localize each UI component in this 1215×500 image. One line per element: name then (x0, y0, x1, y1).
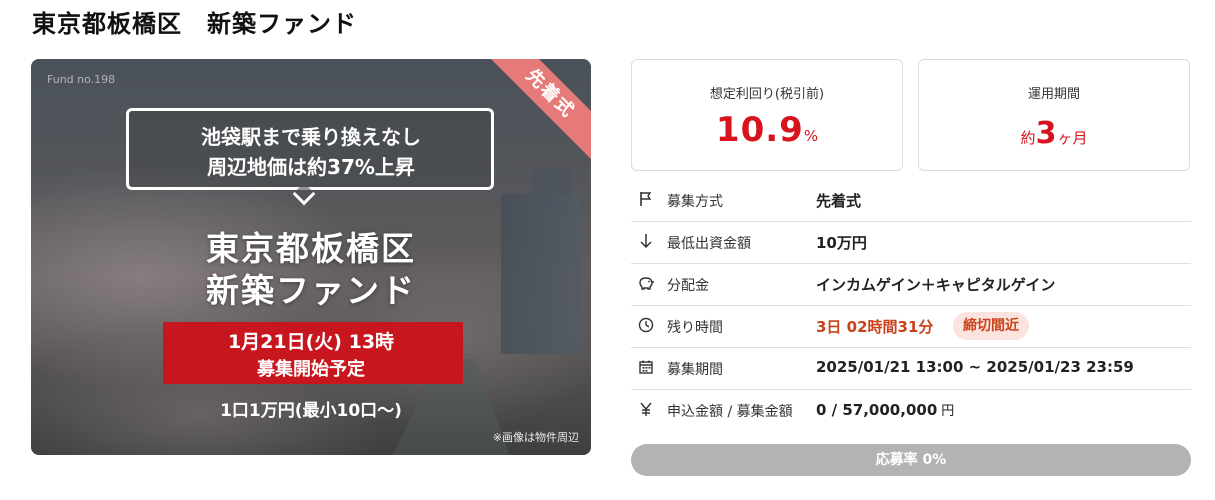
info-label: 残り時間 (667, 320, 723, 336)
period-prefix: 約 (1020, 129, 1036, 147)
clock-icon (637, 317, 655, 335)
period-unit: ヶ月 (1057, 129, 1088, 147)
info-row-period: 募集期間 2025/01/21 13:00 ~ 2025/01/23 23:59 (631, 348, 1191, 390)
info-label: 分配金 (667, 278, 709, 294)
info-value: 2025/01/21 13:00 ~ 2025/01/23 23:59 (816, 358, 1134, 376)
yield-label: 想定利回り(税引前) (709, 87, 825, 102)
period-label: 運用期間 (1027, 87, 1080, 102)
period-card: 運用期間 約3ヶ月 (918, 59, 1190, 171)
fund-hero-image[interactable]: Fund no.198 先着式 池袋駅まで乗り換えなし 周辺地価は約37%上昇 … (31, 59, 591, 455)
period-value: 3 (1035, 116, 1058, 151)
amount-value-wrap: 0 / 57,000,000 円 (816, 400, 954, 419)
info-value: インカムゲイン＋キャピタルゲイン (816, 276, 1056, 294)
info-label: 募集期間 (667, 362, 723, 378)
yield-unit: % (803, 127, 819, 145)
bubble-text-line1: 池袋駅まで乗り換えなし (201, 125, 421, 149)
yield-value-wrap: 10.9% (632, 110, 902, 150)
arrow-down-icon (637, 233, 655, 251)
info-value: 先着式 (816, 192, 862, 210)
fund-info-table: 募集方式 先着式 最低出資金額 10万円 分配金 インカムゲイン＋キャピタルゲイ… (631, 180, 1191, 432)
deadline-badge: 締切間近 (953, 312, 1029, 340)
bubble-text-line2: 周辺地価は約37%上昇 (207, 155, 415, 179)
fund-number: Fund no.198 (47, 73, 116, 86)
yield-card: 想定利回り(税引前) 10.9% (631, 59, 903, 171)
page-title: 東京都板橋区 新築ファンド (32, 10, 357, 38)
hero-title-line1: 東京都板橋区 (206, 229, 416, 268)
info-label: 最低出資金額 (667, 236, 751, 252)
info-row-method: 募集方式 先着式 (631, 180, 1191, 222)
remaining-time-value: 3日 02時間31分 (816, 318, 934, 336)
amount-value: 0 / 57,000,000 (816, 401, 938, 419)
hero-title-line2: 新築ファンド (206, 271, 416, 310)
info-row-minimum: 最低出資金額 10万円 (631, 222, 1191, 264)
amount-unit: 円 (941, 404, 955, 419)
flag-icon (637, 191, 655, 209)
application-progress-bar: 応募率 0% (631, 444, 1191, 476)
info-value: 10万円 (816, 234, 867, 252)
piggy-bank-icon (637, 275, 655, 293)
start-date-text: 1月21日(火) 13時 (227, 331, 395, 353)
info-row-amount: 申込金額 / 募集金額 0 / 57,000,000 円 (631, 390, 1191, 432)
image-note: ※画像は物件周辺 (492, 431, 579, 444)
info-row-distribution: 分配金 インカムゲイン＋キャピタルゲイン (631, 264, 1191, 306)
info-label: 募集方式 (667, 194, 723, 210)
yen-icon (637, 401, 655, 419)
info-row-remaining: 残り時間 3日 02時間31分 締切間近 (631, 306, 1191, 348)
unit-price-text: 1口1万円(最小10口〜) (220, 401, 402, 421)
period-value-wrap: 約3ヶ月 (919, 116, 1189, 151)
start-status-text: 募集開始予定 (257, 359, 365, 380)
calendar-icon (637, 359, 655, 377)
yield-value: 10.9 (715, 110, 804, 150)
progress-label: 応募率 0% (875, 452, 947, 468)
info-label: 申込金額 / 募集金額 (667, 404, 793, 420)
